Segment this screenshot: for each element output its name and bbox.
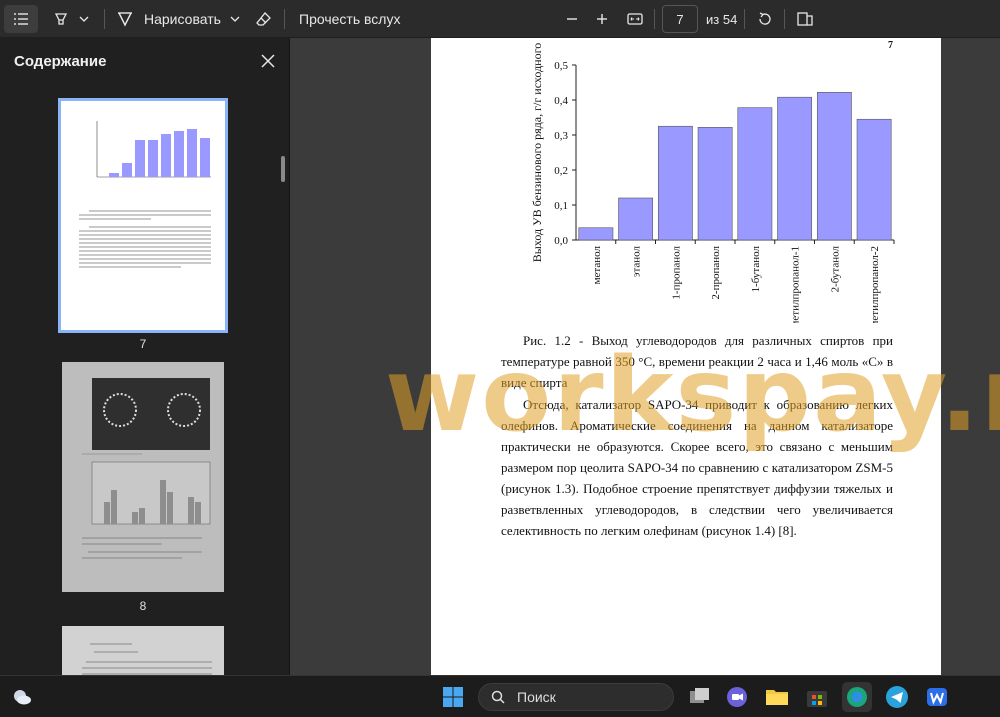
thumbnail-page-7[interactable]	[58, 98, 228, 333]
fit-width-icon	[627, 13, 643, 25]
x-tick-label: 2-пропанол	[710, 246, 722, 300]
document-viewer: 7 0,0 0,1 0,2 0,3 0,4 0,5 Выход УВ бензинового…	[291, 38, 1000, 675]
y-axis-label: Выход УВ бензинового ряда, г/г исходного	[530, 43, 544, 262]
document-page: 7 0,0 0,1 0,2 0,3 0,4 0,5 Выход УВ бензинового…	[431, 38, 941, 675]
start-button[interactable]	[441, 685, 465, 709]
body-paragraph: Отсюда, катализатор SAPO-34 приводит к о…	[501, 397, 893, 538]
toolbar: Нарисовать Прочесть вслух 7 из 54	[0, 0, 1000, 38]
eraser-icon	[256, 12, 271, 26]
bar	[618, 197, 654, 241]
bar	[737, 107, 773, 241]
erase-button[interactable]	[252, 5, 276, 33]
bar	[856, 118, 892, 241]
read-aloud-label: Прочесть вслух	[299, 11, 401, 27]
telegram-icon[interactable]	[884, 684, 910, 710]
fit-page-button[interactable]	[624, 5, 646, 33]
thumbnail-page-8[interactable]	[62, 362, 224, 592]
edge-browser-icon[interactable]	[842, 682, 872, 712]
page-total: из 54	[706, 12, 738, 27]
minus-icon	[567, 18, 577, 20]
x-tick-label: метанол	[591, 245, 603, 284]
search-icon	[491, 690, 505, 704]
highlight-dropdown[interactable]	[76, 5, 92, 33]
y-tick-label: 0,4	[554, 95, 568, 107]
sidebar-header: Содержание	[0, 38, 289, 84]
taskbar-search[interactable]: Поиск	[478, 683, 674, 711]
bar	[697, 127, 733, 241]
y-tick-label: 0,0	[554, 235, 568, 247]
list-icon	[14, 13, 28, 25]
pen-icon	[118, 12, 132, 27]
two-page-icon	[797, 12, 813, 26]
x-tick-label: 2-метилпропанол-2	[869, 246, 881, 323]
search-placeholder: Поиск	[517, 689, 556, 705]
task-view-icon[interactable]	[686, 684, 712, 710]
y-tick-label: 0,1	[554, 200, 568, 212]
page-number-value: 7	[676, 11, 684, 27]
thumbnail-text-preview	[82, 643, 212, 675]
rotate-button[interactable]	[754, 5, 776, 33]
bar	[777, 96, 813, 241]
highlight-button[interactable]	[48, 5, 74, 33]
figure-caption: Рис. 1.2 - Выход углеводородов для разли…	[501, 333, 893, 390]
taskbar: Поиск	[0, 675, 1000, 717]
contents-sidebar: Содержание 7 8	[0, 38, 290, 675]
chevron-down-icon	[230, 16, 240, 22]
x-tick-label: 1-бутанол	[750, 246, 762, 293]
bar	[816, 91, 852, 241]
zoom-out-button[interactable]	[562, 5, 582, 33]
thumbnail-page-9[interactable]	[62, 626, 224, 675]
bar	[657, 125, 693, 241]
sidebar-scrollbar[interactable]	[281, 156, 285, 182]
thumbnail-list[interactable]: 7 8	[0, 84, 290, 675]
x-tick-label: 2-бутанол	[829, 246, 841, 293]
zoom-in-button[interactable]	[592, 5, 612, 33]
draw-button[interactable]: Нарисовать	[116, 5, 221, 33]
bar	[578, 227, 614, 241]
page-view-button[interactable]	[794, 5, 816, 33]
sidebar-title: Содержание	[14, 52, 107, 70]
y-tick-label: 0,2	[554, 165, 568, 177]
file-explorer-icon[interactable]	[764, 684, 790, 710]
x-tick-label: 1-пропанол	[670, 246, 682, 300]
draw-dropdown[interactable]	[228, 5, 242, 33]
bar-chart: 0,0 0,1 0,2 0,3 0,4 0,5 Выход УВ бензинового р…	[530, 43, 895, 323]
page-number-input[interactable]: 7	[662, 5, 698, 33]
chevron-down-icon	[79, 16, 89, 22]
thumbnail-chart-preview	[79, 121, 211, 268]
y-tick-label: 0,5	[554, 60, 568, 72]
read-aloud-button[interactable]: Прочесть вслух	[299, 5, 400, 33]
contents-toggle-button[interactable]	[4, 5, 38, 33]
plus-icon	[597, 14, 607, 24]
wps-icon[interactable]	[924, 684, 950, 710]
y-tick-label: 0,3	[554, 130, 568, 142]
close-icon[interactable]	[261, 54, 275, 68]
rotate-icon	[759, 12, 771, 25]
highlighter-icon	[54, 13, 68, 25]
thumbnail-figure-preview	[82, 378, 211, 559]
weather-icon[interactable]	[12, 687, 32, 707]
store-icon[interactable]	[804, 684, 830, 710]
x-tick-label: 2-метилпропанол-1	[790, 246, 802, 323]
thumbnail-label-7: 7	[139, 337, 147, 351]
x-tick-label: этанол	[631, 245, 643, 277]
thumbnail-label-8: 8	[139, 599, 147, 613]
draw-label: Нарисовать	[144, 11, 221, 27]
windows-icon	[443, 687, 463, 707]
chat-app-icon[interactable]	[724, 684, 750, 710]
